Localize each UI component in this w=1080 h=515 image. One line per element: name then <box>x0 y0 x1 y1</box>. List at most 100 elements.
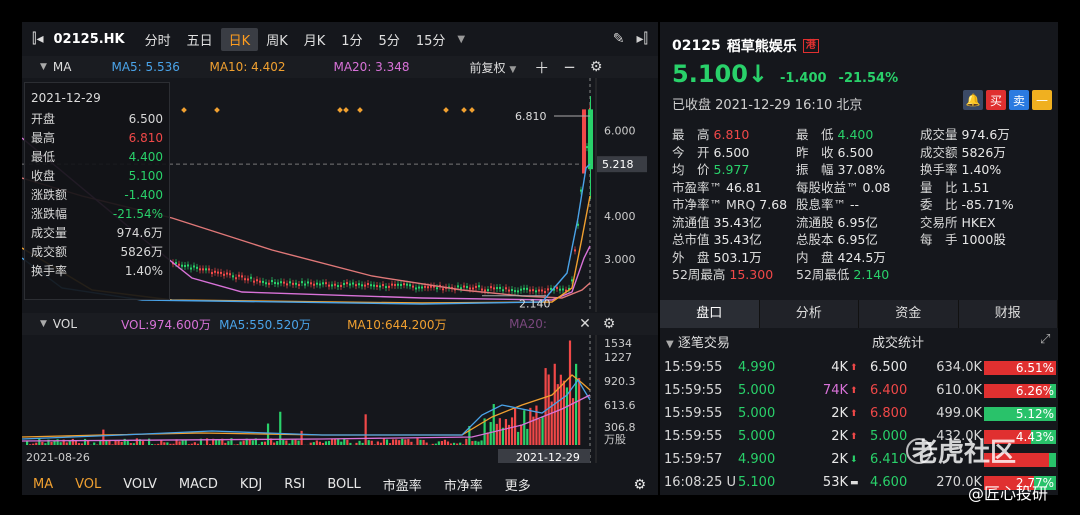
info-value: -21.54% <box>112 206 163 221</box>
adjust-select[interactable]: 前复权 ▼ <box>469 59 516 76</box>
trade-time: 15:59:55 <box>664 383 723 398</box>
stat-label: 52周最高 <box>672 267 726 283</box>
tab-indicator[interactable]: MACD <box>168 477 229 492</box>
up-arrow-icon: ⬆ <box>850 431 858 442</box>
tab-indicator[interactable]: MA <box>22 477 64 492</box>
tab-quote-section[interactable]: 分析 <box>760 300 859 328</box>
stat-row: 52周最高 15.300 52周最低 2.140 <box>672 265 1052 283</box>
info-label: 成交额 <box>31 245 68 259</box>
tab-timeframe[interactable]: 五日 <box>179 30 221 49</box>
minus-icon[interactable]: − <box>549 58 576 76</box>
info-label: 涨跌额 <box>31 188 68 202</box>
trade-list: 15:59:55 4.990 4K ⬆ 15:59:55 5.000 74K ⬆ 15:59:5… <box>664 356 864 494</box>
trade-price: 5.000 <box>738 383 776 398</box>
stock-name: 稻草熊娱乐 <box>726 39 797 55</box>
tab-timeframe[interactable]: 月K <box>296 30 334 49</box>
tab-indicator[interactable]: VOLV <box>112 477 168 492</box>
tab-timeframe[interactable]: 5分 <box>371 30 408 49</box>
trade-price: 5.100 <box>738 475 776 490</box>
down-arrow-icon: ↓ <box>747 60 769 88</box>
trade-volume: 2K <box>831 406 848 421</box>
dist-bar: 5.12% <box>984 406 1056 421</box>
stat-row: 均 价 5.977 振 幅 37.08% 换手率 1.40% <box>672 160 1052 178</box>
stat-label: 量 比 <box>920 179 958 195</box>
trade-volume: 2K <box>831 429 848 444</box>
ohlc-info-box: 2021-12-29 开盘 6.500 最高 6.810 最低 4.400 收盘 5.100 涨… <box>24 82 170 300</box>
stat-value: 1.51 <box>961 179 990 195</box>
stat-cell: 流通值 35.43亿 <box>672 212 796 231</box>
add-icon[interactable]: ＋ <box>516 57 549 78</box>
stat-label: 市净率™ MRQ <box>672 197 756 213</box>
panel-toggle-icon[interactable]: ⫿◂ <box>22 31 48 47</box>
watermark-author: @匠心投研 <box>968 484 1049 503</box>
gear-icon[interactable]: ⚙ <box>576 59 603 75</box>
tab-timeframe[interactable]: 1分 <box>333 30 370 49</box>
tab-indicator[interactable]: RSI <box>273 477 316 492</box>
info-row: 涨跌幅 -21.54% <box>31 204 163 223</box>
close-icon[interactable]: ✕ <box>561 316 591 332</box>
stat-cell: 成交量 974.6万 <box>920 124 1044 143</box>
down-arrow-icon: ⬇ <box>850 454 858 465</box>
price-change: -1.400 <box>780 71 827 86</box>
trade-price: 5.000 <box>738 429 776 444</box>
info-label: 最低 <box>31 150 56 164</box>
up-arrow-icon: ⬆ <box>850 385 858 396</box>
price-line: 5.100↓ -1.400 -21.54% <box>672 60 898 88</box>
dist-price: 4.600 <box>870 475 908 490</box>
stat-cell: 换手率 1.40% <box>920 159 1044 178</box>
stat-label: 流通值 <box>672 214 710 230</box>
indicator-gear-icon[interactable]: ⚙ <box>622 477 658 493</box>
expand-icon[interactable]: ▸⫿ <box>636 31 648 47</box>
dist-pct: 6.26% <box>1015 383 1054 398</box>
stat-cell: 最 低 4.400 <box>796 124 920 143</box>
stat-cell: 量 比 1.51 <box>920 177 1044 196</box>
volume-distribution: 6.500 634.0K 6.51% 6.400 610.0K 6.26% 6.800 499… <box>870 356 1056 494</box>
trade-button[interactable]: — <box>1032 90 1052 110</box>
info-value: 5826万 <box>120 245 163 259</box>
tab-timeframe[interactable]: 周K <box>258 30 296 49</box>
stat-row: 总市值 35.43亿 总股本 6.95亿每 手 1000股 <box>672 230 1052 248</box>
pencil-icon[interactable]: ✎ <box>613 31 625 47</box>
stat-cell: 总市值 35.43亿 <box>672 229 796 248</box>
trade-row: 15:59:55 4.990 4K ⬆ <box>664 356 864 379</box>
price-change-pct: -21.54% <box>838 71 899 86</box>
trade-button[interactable]: 买 <box>986 90 1006 110</box>
tab-quote-section[interactable]: 资金 <box>859 300 959 328</box>
trade-price: 4.990 <box>738 360 776 375</box>
stat-cell: 每股收益™ 0.08 <box>796 177 920 196</box>
volume-chart[interactable]: 15341227920.3613.6306.8万股2021-08-26 2021-… <box>22 335 658 463</box>
tab-indicator[interactable]: KDJ <box>229 477 273 492</box>
chart-toolbar: ⫿◂ 02125.HK 分时 五日 日K 周K 月K 1分 5分 15分 ▼ ✎ ▸⫿ <box>22 22 658 56</box>
trade-button[interactable]: 🔔 <box>963 90 983 110</box>
tab-indicator[interactable]: 市净率 <box>433 475 494 494</box>
stat-value: 37.08% <box>837 162 886 178</box>
tab-quote-section[interactable]: 财报 <box>959 300 1058 328</box>
tab-indicator[interactable]: VOL <box>64 477 112 492</box>
stat-value: 46.81 <box>726 179 762 195</box>
stat-value: 35.43亿 <box>713 214 762 230</box>
stat-cell: 外 盘 503.1万 <box>672 247 796 266</box>
stat-cell <box>920 266 1044 281</box>
more-timeframes-icon[interactable]: ▼ <box>453 34 465 45</box>
tab-timeframe[interactable]: 分时 <box>137 30 179 49</box>
trade-row: 15:59:55 5.000 74K ⬆ <box>664 379 864 402</box>
tab-quote-section[interactable]: 盘口 <box>660 300 760 328</box>
stat-value: 1000股 <box>961 232 1006 248</box>
info-row: 换手率 1.40% <box>31 261 163 280</box>
vol-gear-icon[interactable]: ⚙ <box>591 316 616 332</box>
collapse-icon[interactable]: ▼ <box>22 62 47 72</box>
quote-tabs: 盘口 分析 资金 财报 <box>660 300 1058 328</box>
tab-indicator[interactable]: BOLL <box>316 477 371 492</box>
info-row: 成交额 5826万 <box>31 242 163 261</box>
tab-timeframe[interactable]: 15分 <box>408 30 454 49</box>
tab-indicator[interactable]: 更多 <box>494 475 542 494</box>
expand-corner-icon[interactable]: ⤢ <box>1040 332 1050 347</box>
stat-cell: 内 盘 424.5万 <box>796 247 920 266</box>
tab-indicator[interactable]: 市盈率 <box>372 475 433 494</box>
dist-price: 6.400 <box>870 383 908 398</box>
trade-button[interactable]: 卖 <box>1009 90 1029 110</box>
ma10-value: MA10: 4.402 <box>209 60 286 74</box>
vol-collapse-icon[interactable]: ▼ <box>22 319 47 329</box>
dist-price: 6.500 <box>870 360 908 375</box>
tab-timeframe[interactable]: 日K <box>220 27 259 51</box>
